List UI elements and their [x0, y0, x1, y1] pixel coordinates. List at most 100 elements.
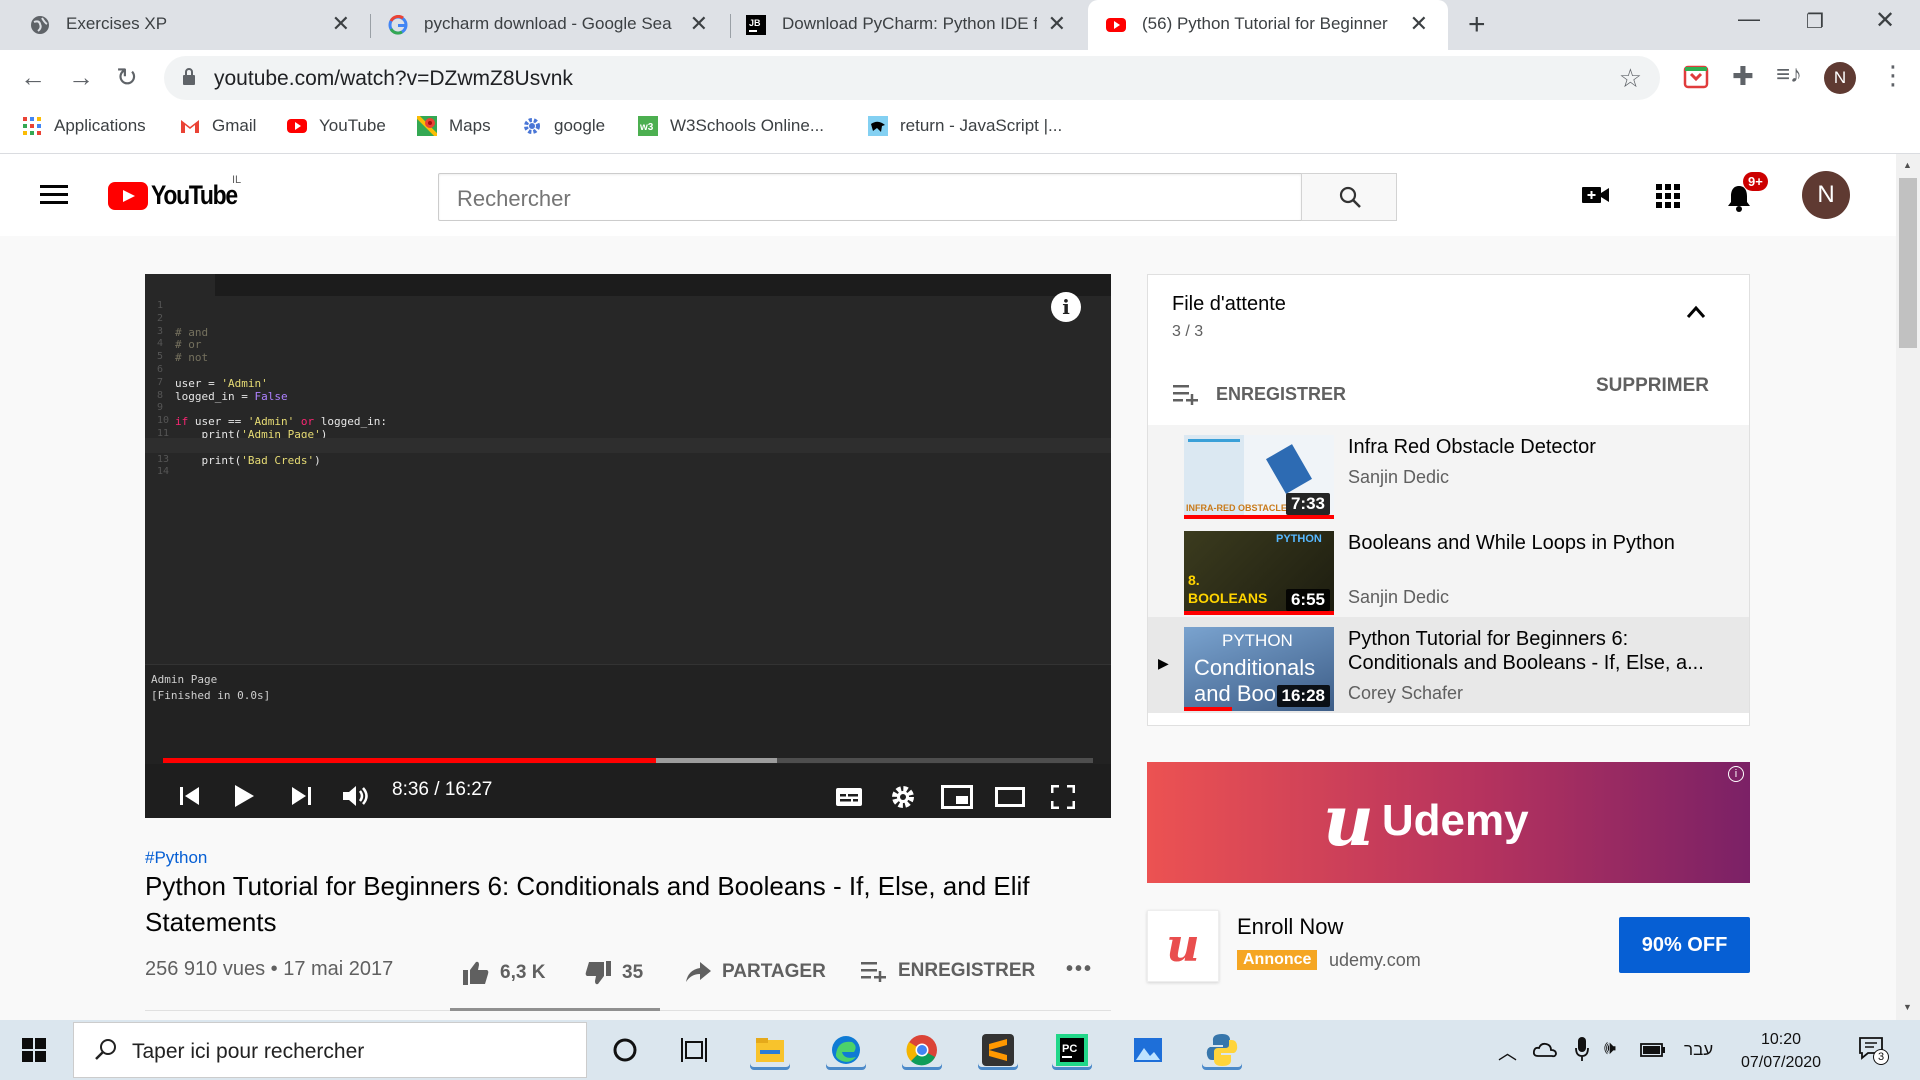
fullscreen-icon[interactable]: [1051, 785, 1075, 809]
search-input[interactable]: Rechercher: [438, 173, 1302, 221]
ad-info-icon[interactable]: i: [1728, 766, 1744, 782]
cortana-icon[interactable]: [605, 1030, 645, 1070]
video-progress-bar[interactable]: [163, 758, 1093, 763]
ad-cta-button[interactable]: 90% OFF: [1619, 917, 1750, 973]
share-button[interactable]: PARTAGER: [684, 960, 826, 984]
queue-item[interactable]: INFRA-RED OBSTACLE 7:33 Infra Red Obstac…: [1148, 425, 1749, 521]
bookmark-gmail[interactable]: Gmail: [180, 116, 256, 136]
scrollbar-thumb[interactable]: [1899, 178, 1917, 348]
youtube-watch-page: 1 2 3 # and 4 # or 5 # not 6 7 user = 'Admin' 8 logg…: [0, 236, 1896, 1020]
tab-youtube-python-tutorial[interactable]: (56) Python Tutorial for Beginner ✕: [1088, 0, 1448, 50]
volume-icon[interactable]: [342, 784, 372, 808]
extension-pocket-icon[interactable]: [1683, 64, 1709, 90]
sublime-text-icon[interactable]: [978, 1030, 1018, 1070]
play-icon[interactable]: [233, 784, 255, 808]
taskbar-search-input[interactable]: Taper ici pour rechercher: [73, 1022, 587, 1078]
windows-start-icon[interactable]: [22, 1038, 46, 1062]
system-clock[interactable]: 10:20 07/07/2020: [1733, 1028, 1829, 1074]
bookmark-mdn-return[interactable]: return - JavaScript |...: [868, 116, 1062, 136]
video-frame-console: Admin Page [Finished in 0.0s]: [145, 664, 1111, 764]
next-icon[interactable]: [290, 786, 312, 806]
new-tab-button[interactable]: +: [1468, 8, 1486, 42]
language-indicator[interactable]: עבר: [1684, 1040, 1713, 1060]
action-center-button[interactable]: 3: [1858, 1036, 1889, 1065]
tab-download-pycharm[interactable]: JB Download PyCharm: Python IDE f ✕: [716, 0, 1086, 50]
pycharm-icon[interactable]: PC: [1052, 1030, 1092, 1070]
close-icon[interactable]: ✕: [690, 11, 708, 37]
photos-icon[interactable]: [1128, 1030, 1168, 1070]
subtitles-icon[interactable]: [835, 787, 863, 807]
hamburger-menu-icon[interactable]: [40, 185, 68, 205]
page-scrollbar[interactable]: ▲ ▼: [1896, 154, 1920, 1020]
action-center-count: 3: [1873, 1049, 1889, 1065]
apps-grid-icon[interactable]: [1656, 184, 1680, 208]
settings-gear-icon[interactable]: [890, 784, 916, 810]
theater-mode-icon[interactable]: [995, 787, 1025, 807]
previous-icon[interactable]: [179, 786, 201, 806]
share-arrow-icon: [686, 962, 711, 982]
search-placeholder: Rechercher: [457, 186, 571, 211]
profile-avatar[interactable]: N: [1824, 62, 1856, 94]
youtube-play-logo-icon: [108, 181, 148, 210]
close-icon[interactable]: ✕: [1410, 11, 1428, 37]
video-frame-editor-tabs: [145, 274, 1111, 296]
back-button[interactable]: ←: [20, 62, 46, 93]
close-icon[interactable]: ✕: [1048, 11, 1066, 37]
bookmark-w3schools[interactable]: w3 W3Schools Online...: [638, 116, 824, 136]
minimize-button[interactable]: —: [1738, 6, 1760, 32]
search-button[interactable]: [1301, 173, 1397, 221]
more-actions-button[interactable]: •••: [1066, 958, 1093, 981]
close-icon[interactable]: ✕: [332, 11, 350, 37]
miniplayer-icon[interactable]: [941, 785, 973, 809]
video-hashtag[interactable]: #Python: [145, 848, 207, 868]
queue-delete-button[interactable]: SUPPRIMER: [1596, 375, 1709, 397]
python-icon[interactable]: [1202, 1030, 1242, 1070]
scroll-down-icon[interactable]: ▼: [1903, 1002, 1912, 1012]
microphone-icon[interactable]: [1574, 1036, 1590, 1062]
battery-icon[interactable]: [1640, 1042, 1666, 1058]
chevron-up-icon[interactable]: [1686, 305, 1706, 319]
udemy-app-icon[interactable]: u: [1147, 910, 1219, 982]
now-playing-icon: ▶: [1158, 655, 1169, 671]
forward-button[interactable]: →: [68, 62, 94, 93]
youtube-logo[interactable]: YouTube IL: [108, 174, 252, 211]
like-button[interactable]: 6,3 K: [462, 960, 545, 986]
chrome-icon[interactable]: [902, 1030, 942, 1070]
video-info-button[interactable]: i: [1051, 292, 1081, 322]
bookmark-youtube[interactable]: YouTube: [287, 116, 386, 136]
queue-save-button[interactable]: ENREGISTRER: [1172, 383, 1346, 405]
dislike-button[interactable]: 35: [584, 960, 643, 986]
bookmark-maps[interactable]: Maps: [417, 116, 491, 136]
playlist-add-icon: [861, 962, 886, 982]
queue-item-current[interactable]: ▶ PYTHON Conditionals and Boo 16:28 Pyth…: [1148, 617, 1749, 713]
thumbs-down-icon: [585, 961, 611, 985]
file-explorer-icon[interactable]: [750, 1030, 790, 1070]
bookmark-star-icon[interactable]: ☆: [1619, 63, 1642, 94]
close-window-button[interactable]: ✕: [1875, 6, 1895, 35]
tray-chevron-up-icon[interactable]: ︿: [1498, 1038, 1517, 1065]
bookmark-applications[interactable]: Applications: [22, 116, 146, 136]
edge-icon[interactable]: [826, 1030, 866, 1070]
ad-title[interactable]: Enroll Now: [1237, 914, 1343, 940]
create-video-icon[interactable]: [1582, 184, 1610, 206]
scroll-up-icon[interactable]: ▲: [1903, 160, 1912, 170]
restore-button[interactable]: ❐: [1806, 9, 1824, 34]
bookmark-google[interactable]: google: [522, 116, 605, 136]
ad-banner-udemy[interactable]: u Udemy i: [1147, 762, 1750, 883]
video-player[interactable]: 1 2 3 # and 4 # or 5 # not 6 7 user = 'Admin' 8 logg…: [145, 274, 1111, 818]
onedrive-cloud-icon[interactable]: [1532, 1040, 1558, 1060]
address-bar[interactable]: youtube.com/watch?v=DZwmZ8Usvnk ☆: [164, 56, 1660, 100]
task-view-icon[interactable]: [676, 1030, 716, 1070]
media-control-icon[interactable]: ≡♪: [1776, 61, 1802, 89]
reload-button[interactable]: ↻: [116, 62, 138, 93]
tab-pycharm-google[interactable]: pycharm download - Google Sea ✕: [358, 0, 728, 50]
speaker-volume-icon[interactable]: 🕪: [1604, 1038, 1616, 1060]
chrome-menu-icon[interactable]: ⋮: [1880, 60, 1906, 91]
avatar[interactable]: N: [1802, 171, 1850, 219]
save-to-playlist-button[interactable]: ENREGISTRER: [860, 960, 1035, 982]
tab-exercises-xp[interactable]: Exercises XP ✕: [0, 0, 370, 50]
queue-item[interactable]: PYTHON 8. BOOLEANS AND WHILE 6:55 Boolea…: [1148, 521, 1749, 617]
extensions-puzzle-icon[interactable]: ✚: [1732, 61, 1754, 92]
dislike-count: 35: [622, 962, 644, 983]
code-line: user = 'Admin': [175, 376, 268, 390]
